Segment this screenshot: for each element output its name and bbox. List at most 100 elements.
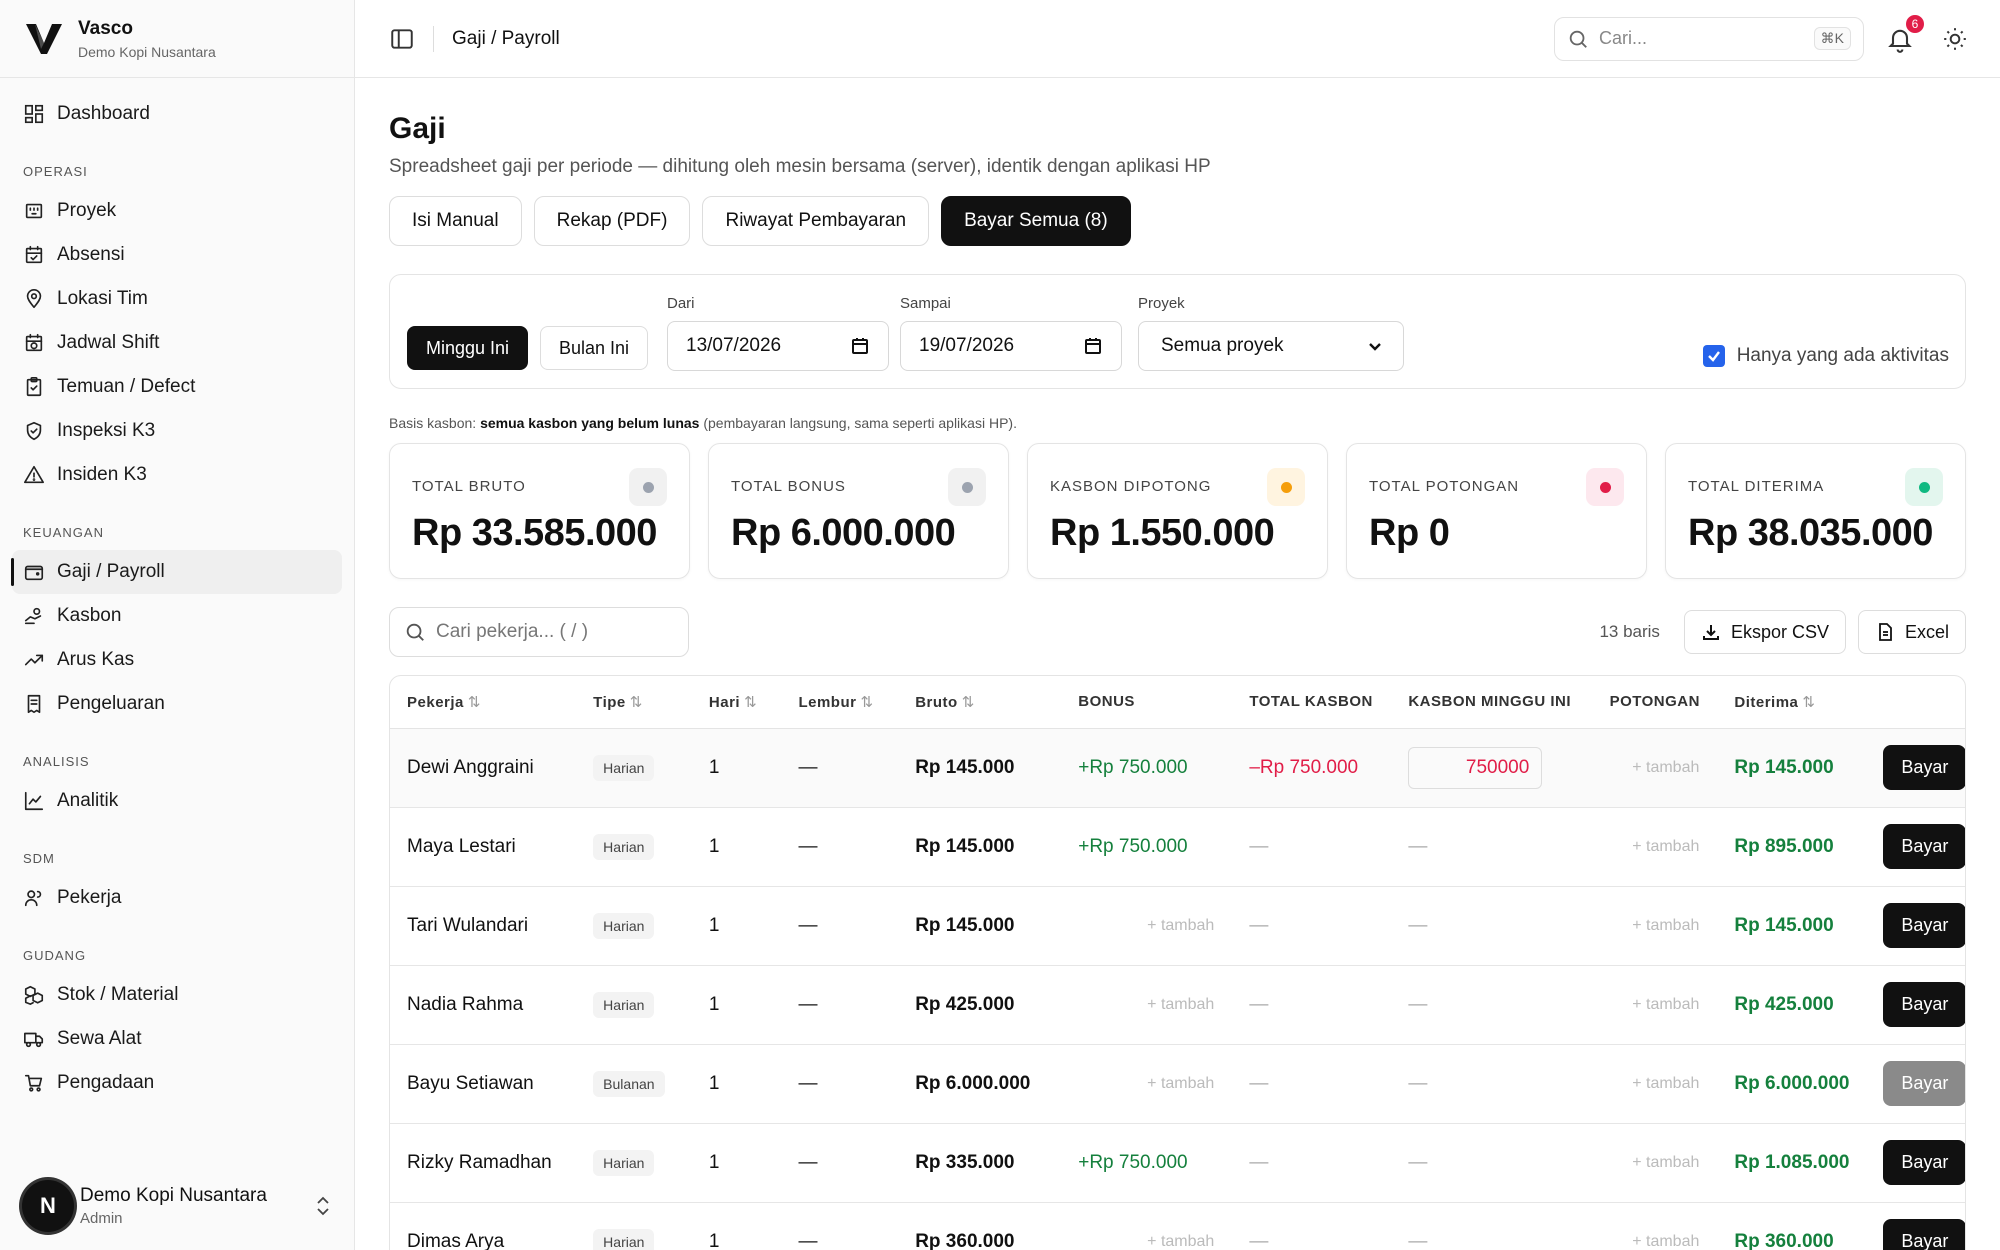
bruto-cell: Rp 335.000 xyxy=(898,1123,1062,1203)
page-subtitle: Spreadsheet gaji per periode — dihitung … xyxy=(389,156,1211,177)
theme-toggle-sun-icon[interactable] xyxy=(1942,26,1968,52)
filter-card: Minggu Ini Bulan Ini Dari 13/07/2026 Sam… xyxy=(389,274,1966,389)
sidebar-item-pengeluaran[interactable]: Pengeluaran xyxy=(12,682,342,726)
sidebar-item-kasbon[interactable]: Kasbon xyxy=(12,594,342,638)
to-date-input[interactable]: 19/07/2026 xyxy=(900,321,1122,371)
bonus-add[interactable]: + tambah xyxy=(1061,886,1233,966)
column-header[interactable]: Pekerja ⇅ xyxy=(390,676,577,729)
table-row[interactable]: Rizky Ramadhan Harian 1— Rp 335.000 +Rp 750.… xyxy=(390,1123,1965,1203)
kasbon-week-input[interactable]: 750000 xyxy=(1408,746,1543,789)
sidebar-item-absensi[interactable]: Absensi xyxy=(12,233,342,277)
sidebar-item-jadwal-shift[interactable]: Jadwal Shift xyxy=(12,321,342,365)
account-switcher[interactable]: N Demo Kopi Nusantara Admin xyxy=(0,1162,354,1250)
column-header[interactable]: Tipe ⇅ xyxy=(576,676,692,729)
manual-entry-button[interactable]: Isi Manual xyxy=(389,196,522,246)
basis-suffix: (pembayaran langsung, sama seperti aplik… xyxy=(703,415,1017,431)
bonus-add[interactable]: + tambah xyxy=(1061,1044,1233,1124)
from-date-input[interactable]: 13/07/2026 xyxy=(667,321,889,371)
sidebar-item-arus-kas[interactable]: Arus Kas xyxy=(12,638,342,682)
recap-pdf-button[interactable]: Rekap (PDF) xyxy=(533,196,691,246)
potongan-add[interactable]: + tambah xyxy=(1592,1123,1718,1203)
pay-button[interactable]: Bayar xyxy=(1883,903,1965,948)
activity-only-checkbox[interactable] xyxy=(1702,345,1725,367)
potongan-add[interactable]: + tambah xyxy=(1592,728,1718,808)
sidebar-item-dashboard[interactable]: Dashboard xyxy=(12,92,342,136)
pay-button[interactable]: Bayar xyxy=(1883,1061,1965,1106)
sidebar-item-sewa-alat[interactable]: Sewa Alat xyxy=(12,1017,342,1061)
sidebar-item-insiden-k3[interactable]: Insiden K3 xyxy=(12,453,342,497)
pay-all-button[interactable]: Bayar Semua (8) xyxy=(941,196,1131,246)
days-cell: 1 xyxy=(691,1202,782,1250)
brand[interactable]: Vasco Demo Kopi Nusantara xyxy=(0,0,354,78)
pay-cell: Bayar xyxy=(1883,728,1965,808)
sidebar-item-stok-material[interactable]: Stok / Material xyxy=(12,973,342,1017)
total-kasbon-cell: — xyxy=(1232,965,1392,1045)
type-chip: Harian xyxy=(593,833,655,860)
days-cell: 1 xyxy=(691,1123,782,1203)
days-cell: 1 xyxy=(691,965,782,1045)
pay-button[interactable]: Bayar xyxy=(1883,1219,1965,1250)
sidebar-item-pengadaan[interactable]: Pengadaan xyxy=(12,1061,342,1105)
pay-button[interactable]: Bayar xyxy=(1883,1140,1965,1185)
sidebar-item-inspeksi-k3[interactable]: Inspeksi K3 xyxy=(12,409,342,453)
sidebar-item-label: Absensi xyxy=(57,244,125,265)
sidebar-toggle-icon[interactable] xyxy=(389,26,415,52)
table-row[interactable]: Bayu Setiawan Bulanan 1— Rp 6.000.000 + tamb… xyxy=(390,1044,1965,1124)
stat-value: Rp 38.035.000 xyxy=(1688,512,1933,554)
pay-button[interactable]: Bayar xyxy=(1883,982,1965,1027)
pay-button[interactable]: Bayar xyxy=(1883,745,1965,790)
received-cell: Rp 895.000 xyxy=(1717,807,1884,887)
kasbon-week-cell: — xyxy=(1391,1123,1593,1203)
sidebar-item-lokasi-tim[interactable]: Lokasi Tim xyxy=(12,277,342,321)
truck-icon xyxy=(24,1032,44,1048)
project-label: Proyek xyxy=(1138,295,1185,312)
table-row[interactable]: Dewi Anggraini Harian 1— Rp 145.000 +Rp 750.… xyxy=(390,728,1965,808)
potongan-add[interactable]: + tambah xyxy=(1592,1044,1718,1124)
search-icon xyxy=(1569,30,1587,48)
table-row[interactable]: Maya Lestari Harian 1— Rp 145.000 +Rp 750.00… xyxy=(390,807,1965,887)
bonus-cell[interactable]: +Rp 750.000 xyxy=(1061,1123,1233,1203)
table-row[interactable]: Tari Wulandari Harian 1— Rp 145.000 + tambah… xyxy=(390,886,1965,966)
table-row[interactable]: Nadia Rahma Harian 1— Rp 425.000 + tambah — — +… xyxy=(390,965,1965,1045)
column-header[interactable]: Diterima ⇅ xyxy=(1717,676,1884,729)
export-excel-button[interactable]: Excel xyxy=(1857,610,1966,654)
overtime-cell: — xyxy=(781,807,899,887)
notifications-button[interactable]: 6 xyxy=(1886,12,1926,53)
potongan-add[interactable]: + tambah xyxy=(1592,965,1718,1045)
sidebar-item-label: Pengeluaran xyxy=(57,693,165,714)
sidebar-item-proyek[interactable]: Proyek xyxy=(12,189,342,233)
kasbon-week-cell: — xyxy=(1391,965,1593,1045)
this-month-button[interactable]: Bulan Ini xyxy=(540,326,649,370)
bonus-add[interactable]: + tambah xyxy=(1061,1202,1233,1250)
sidebar-item-gaji-payroll[interactable]: Gaji / Payroll xyxy=(11,550,342,594)
potongan-add[interactable]: + tambah xyxy=(1592,807,1718,887)
calendar-icon xyxy=(1085,338,1101,354)
potongan-add[interactable]: + tambah xyxy=(1592,1202,1718,1250)
activity-only-toggle[interactable]: Hanya yang ada aktivitas xyxy=(1702,345,1949,367)
sidebar-item-analitik[interactable]: Analitik xyxy=(12,779,342,823)
days-cell: 1 xyxy=(691,728,782,808)
global-search[interactable]: Cari... ⌘K xyxy=(1554,16,1864,61)
potongan-add[interactable]: + tambah xyxy=(1592,886,1718,966)
column-header[interactable]: Bruto ⇅ xyxy=(898,676,1062,729)
brand-name: Vasco xyxy=(78,17,133,39)
to-date-value: 19/07/2026 xyxy=(919,335,1015,356)
bonus-cell[interactable]: +Rp 750.000 xyxy=(1061,728,1233,808)
worker-name: Dimas Arya xyxy=(390,1202,577,1250)
sidebar-item-pekerja[interactable]: Pekerja xyxy=(12,876,342,920)
sidebar-item-temuan-defect[interactable]: Temuan / Defect xyxy=(12,365,342,409)
export-csv-button[interactable]: Ekspor CSV xyxy=(1683,610,1846,654)
column-header[interactable]: Hari ⇅ xyxy=(691,676,782,729)
project-select[interactable]: Semua proyek xyxy=(1138,321,1404,371)
chevrons-up-down-icon xyxy=(317,1196,329,1216)
table-row[interactable]: Dimas Arya Harian 1— Rp 360.000 + tambah — — + … xyxy=(390,1202,1965,1250)
pay-button[interactable]: Bayar xyxy=(1883,824,1965,869)
this-week-button[interactable]: Minggu Ini xyxy=(407,326,529,370)
bonus-cell[interactable]: +Rp 750.000 xyxy=(1061,807,1233,887)
bonus-add[interactable]: + tambah xyxy=(1061,965,1233,1045)
payment-history-button[interactable]: Riwayat Pembayaran xyxy=(702,196,930,246)
column-header[interactable]: Lembur ⇅ xyxy=(781,676,899,729)
bruto-cell: Rp 360.000 xyxy=(898,1202,1062,1250)
status-dot-icon xyxy=(1905,468,1943,506)
worker-search-input[interactable]: Cari pekerja... ( / ) xyxy=(389,607,689,657)
